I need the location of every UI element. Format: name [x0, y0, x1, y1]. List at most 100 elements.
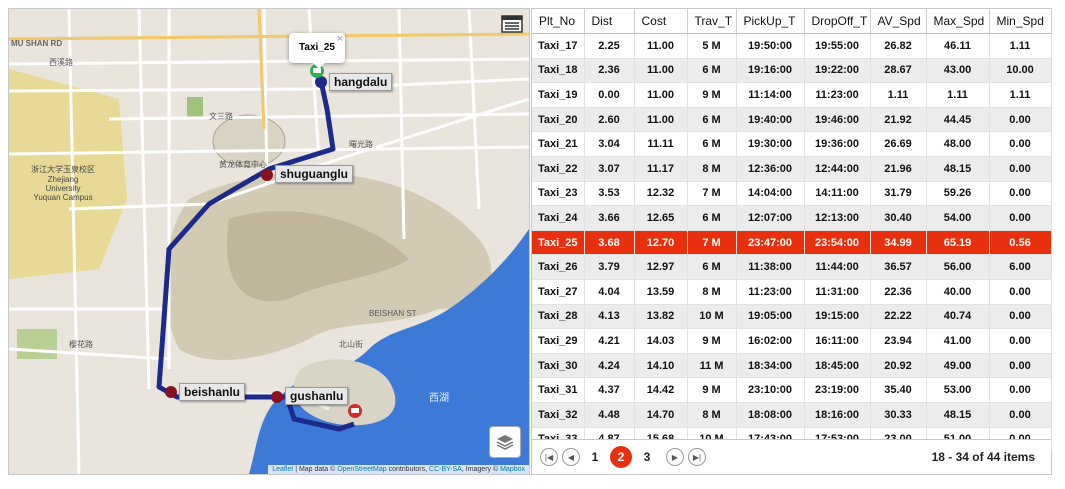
cell-pickup-t: 23:10:00 — [736, 377, 805, 403]
column-header-min-spd[interactable]: Min_Spd — [989, 9, 1052, 34]
stop-label-beishanlu[interactable]: beishanlu — [179, 383, 246, 401]
mapbox-link[interactable]: Mapbox — [500, 466, 525, 473]
cell-dist: 2.36 — [584, 58, 635, 84]
cell-dropoff-t: 19:36:00 — [804, 131, 871, 157]
street-label: 文三路 — [209, 112, 233, 121]
cell-plt-no: Taxi_29 — [532, 328, 585, 354]
map-attribution: Leaflet | Map data © OpenStreetMap contr… — [268, 465, 529, 474]
column-header-pickup-t[interactable]: PickUp_T — [736, 9, 805, 34]
cell-dist: 3.66 — [584, 205, 635, 231]
cell-trav-t: 9 M — [687, 82, 737, 108]
cell-plt-no: Taxi_19 — [532, 82, 585, 108]
column-header-max-spd[interactable]: Max_Spd — [926, 9, 990, 34]
column-header-dist[interactable]: Dist — [584, 9, 635, 34]
taxi-popup[interactable]: Taxi_25 × — [289, 33, 345, 69]
osm-link[interactable]: OpenStreetMap — [337, 466, 386, 473]
cell-pickup-t: 23:47:00 — [736, 230, 805, 256]
table-row[interactable]: Taxi_32 4.48 14.70 8 M 18:08:00 18:16:00 30.33… — [532, 402, 1052, 428]
cell-dist: 4.37 — [584, 377, 635, 403]
cell-cost: 14.42 — [634, 377, 688, 403]
table-row[interactable]: Taxi_20 2.60 11.00 6 M 19:40:00 19:46:00 21.92… — [532, 107, 1052, 133]
cell-plt-no: Taxi_22 — [532, 156, 585, 182]
cell-dropoff-t: 11:31:00 — [804, 279, 871, 305]
list-toggle-icon[interactable] — [501, 15, 523, 33]
table-row[interactable]: Taxi_24 3.66 12.65 6 M 12:07:00 12:13:00 30.40… — [532, 205, 1052, 231]
cell-plt-no: Taxi_17 — [532, 33, 585, 59]
table-row[interactable]: Taxi_21 3.04 11.11 6 M 19:30:00 19:36:00 26.69… — [532, 131, 1052, 157]
cell-min-spd: 1.11 — [989, 33, 1052, 59]
cell-trav-t: 6 M — [687, 131, 737, 157]
cell-dropoff-t: 19:22:00 — [804, 58, 871, 84]
cell-dropoff-t: 12:44:00 — [804, 156, 871, 182]
street-label: 樱花路 — [69, 340, 93, 349]
cell-plt-no: Taxi_18 — [532, 58, 585, 84]
pagination-bar: |◀ ◀ 1 2 3 ▶ ▶| 18 - 34 of 44 items — [532, 439, 1051, 474]
cell-max-spd: 65.19 — [926, 230, 990, 256]
cell-min-spd: 0.00 — [989, 402, 1052, 428]
cell-plt-no: Taxi_32 — [532, 402, 585, 428]
leaflet-link[interactable]: Leaflet — [272, 466, 293, 473]
cell-av-spd: 23.94 — [870, 328, 927, 354]
cell-dist: 3.79 — [584, 254, 635, 280]
cell-cost: 11.00 — [634, 58, 688, 84]
last-page-icon[interactable]: ▶| — [688, 448, 706, 466]
cell-cost: 12.97 — [634, 254, 688, 280]
cell-cost: 13.82 — [634, 304, 688, 330]
cell-dist: 3.04 — [584, 131, 635, 157]
street-label: 西溪路 — [49, 58, 73, 67]
cell-pickup-t: 14:04:00 — [736, 181, 805, 207]
table-row[interactable]: Taxi_25 3.68 12.70 7 M 23:47:00 23:54:00 34.99… — [532, 230, 1052, 256]
cell-av-spd: 20.92 — [870, 353, 927, 379]
cell-pickup-t: 19:50:00 — [736, 33, 805, 59]
cell-trav-t: 9 M — [687, 328, 737, 354]
cell-av-spd: 21.96 — [870, 156, 927, 182]
table-row[interactable]: Taxi_26 3.79 12.97 6 M 11:38:00 11:44:00 36.57… — [532, 254, 1052, 280]
stop-label-shuguanglu[interactable]: shuguanglu — [275, 165, 353, 183]
table-row[interactable]: Taxi_28 4.13 13.82 10 M 19:05:00 19:15:00 22.2… — [532, 304, 1052, 330]
stadium-label: 黄龙体育中心 — [219, 160, 267, 169]
page-1-button[interactable]: 1 — [584, 446, 606, 468]
cell-dist: 3.53 — [584, 181, 635, 207]
cell-trav-t: 6 M — [687, 205, 737, 231]
next-page-icon[interactable]: ▶ — [666, 448, 684, 466]
cell-max-spd: 41.00 — [926, 328, 990, 354]
cell-min-spd: 0.00 — [989, 377, 1052, 403]
page-2-button[interactable]: 2 — [610, 446, 632, 468]
cell-cost: 12.65 — [634, 205, 688, 231]
table-row[interactable]: Taxi_30 4.24 14.10 11 M 18:34:00 18:45:00 20.9… — [532, 353, 1052, 379]
cell-dropoff-t: 19:15:00 — [804, 304, 871, 330]
prev-page-icon[interactable]: ◀ — [562, 448, 580, 466]
column-header-trav-t[interactable]: Trav_T — [687, 9, 737, 34]
map-panel[interactable]: MU SHAN RD 西溪路 文三路 曙光路 黄龙体育中心 樱花路 北山街 西湖… — [8, 8, 530, 475]
table-row[interactable]: Taxi_18 2.36 11.00 6 M 19:16:00 19:22:00 28.67… — [532, 58, 1052, 84]
close-icon[interactable]: × — [337, 24, 343, 54]
table-row[interactable]: Taxi_31 4.37 14.42 9 M 23:10:00 23:19:00 35.40… — [532, 377, 1052, 403]
layers-icon[interactable] — [489, 426, 521, 458]
table-row[interactable]: Taxi_19 0.00 11.00 9 M 11:14:00 11:23:00 1.11 1… — [532, 82, 1052, 108]
stop-marker-shuguanglu[interactable] — [261, 169, 273, 181]
column-header-plt-no[interactable]: Plt_No — [532, 9, 585, 34]
stop-marker-beishanlu[interactable] — [165, 386, 177, 398]
table-row[interactable]: Taxi_27 4.04 13.59 8 M 11:23:00 11:31:00 22.36… — [532, 279, 1052, 305]
page-3-button[interactable]: 3 — [636, 446, 658, 468]
column-header-dropoff-t[interactable]: DropOff_T — [804, 9, 871, 34]
table-row[interactable]: Taxi_23 3.53 12.32 7 M 14:04:00 14:11:00 31.79… — [532, 181, 1052, 207]
cell-dropoff-t: 23:54:00 — [804, 230, 871, 256]
first-page-icon[interactable]: |◀ — [540, 448, 558, 466]
cell-cost: 11.00 — [634, 82, 688, 108]
stop-label-hangdalu[interactable]: hangdalu — [329, 73, 393, 91]
table-row[interactable]: Taxi_17 2.25 11.00 5 M 19:50:00 19:55:00 26.82… — [532, 33, 1052, 59]
cell-cost: 11.00 — [634, 33, 688, 59]
license-link[interactable]: CC-BY-SA — [429, 466, 462, 473]
column-header-av-spd[interactable]: AV_Spd — [870, 9, 927, 34]
stop-marker-gushanlu[interactable] — [271, 391, 283, 403]
cell-max-spd: 44.45 — [926, 107, 990, 133]
stop-label-gushanlu[interactable]: gushanlu — [285, 387, 349, 405]
cell-dropoff-t: 18:45:00 — [804, 353, 871, 379]
column-header-cost[interactable]: Cost — [634, 9, 688, 34]
table-row[interactable]: Taxi_29 4.21 14.03 9 M 16:02:00 16:11:00 23.94… — [532, 328, 1052, 354]
table-row[interactable]: Taxi_22 3.07 11.17 8 M 12:36:00 12:44:00 21.96… — [532, 156, 1052, 182]
end-pin-icon[interactable] — [348, 404, 362, 418]
campus-label: 浙江大学玉泉校区 Zhejiang University Yuquan Camp… — [31, 165, 95, 202]
map-canvas[interactable] — [9, 9, 529, 474]
